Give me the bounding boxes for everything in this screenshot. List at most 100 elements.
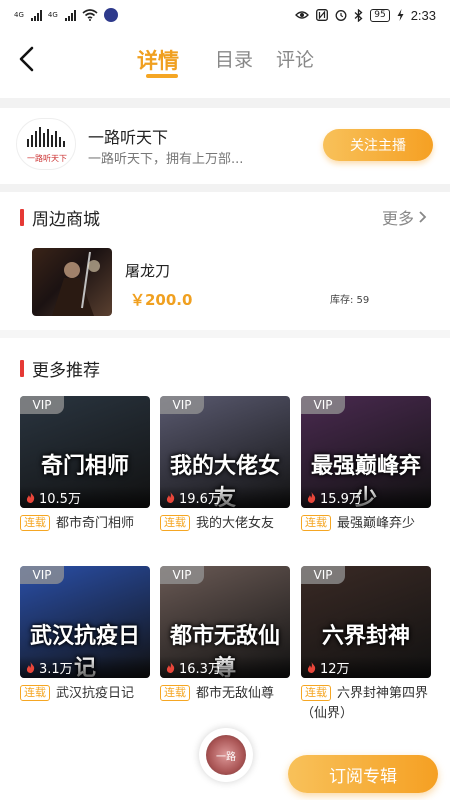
serial-tag: 连载: [160, 685, 190, 701]
battery-icon: 95: [370, 8, 390, 22]
book-info: 连载 六界封神第四界（仙界）: [301, 684, 431, 724]
product-image: [32, 248, 112, 316]
play-count: 12万: [301, 656, 431, 678]
book-cover: VIP 六界封神 12万: [301, 566, 431, 678]
flame-icon: [166, 661, 175, 673]
book-title: 都市奇门相师: [56, 516, 135, 531]
play-count-value: 10.5万: [39, 491, 81, 507]
book-title: 武汉抗疫日记: [56, 686, 135, 701]
anchor-description: 一路听天下，拥有上万部...: [88, 152, 244, 167]
flame-icon: [307, 491, 316, 503]
wifi-icon: [82, 9, 98, 21]
vip-badge: VIP: [20, 396, 64, 414]
flame-icon: [26, 491, 35, 503]
bluetooth-icon: [354, 8, 363, 22]
product-stock: 库存: 59: [330, 295, 370, 306]
serial-tag: 连载: [20, 515, 50, 531]
book-info: 连载 都市奇门相师: [20, 514, 150, 534]
section-marker: [20, 360, 24, 377]
shop-title-text: 周边商城: [32, 210, 100, 230]
player-cover: 一路: [206, 735, 246, 775]
subscribe-album-button[interactable]: 订阅专辑: [288, 755, 438, 793]
play-count-value: 12万: [320, 661, 350, 677]
play-count-value: 19.6万: [179, 491, 221, 507]
serial-tag: 连载: [20, 685, 50, 701]
top-nav: 详情 目录 评论: [0, 30, 450, 90]
player-cover-text: 一路: [216, 751, 236, 763]
signal-icon: [64, 9, 76, 21]
follow-anchor-button[interactable]: 关注主播: [323, 129, 433, 161]
shop-more-link[interactable]: 更多: [382, 205, 428, 229]
chevron-right-icon: [419, 211, 427, 223]
alarm-icon: [335, 10, 347, 21]
anchor-logo: 一路听天下: [16, 118, 76, 170]
play-count: 3.1万: [20, 656, 150, 678]
book-title: 都市无敌仙尊: [196, 686, 275, 701]
recommend-card[interactable]: VIP 六界封神 12万连载 六界封神第四界（仙界）: [301, 566, 431, 724]
vip-badge: VIP: [160, 396, 204, 414]
recommend-card[interactable]: VIP我的大佬女友19.6万连载我的大佬女友: [160, 396, 290, 534]
play-count: 16.3万: [160, 656, 290, 678]
vip-badge: VIP: [301, 566, 345, 584]
play-count: 15.9万: [301, 486, 431, 508]
flame-icon: [26, 661, 35, 673]
vip-badge: VIP: [20, 566, 64, 584]
product-name: 屠龙刀: [125, 262, 171, 280]
mini-player[interactable]: 一路: [199, 728, 253, 782]
anchor-logo-icon: 一路听天下: [27, 127, 67, 163]
recommend-section-title: 更多推荐: [20, 356, 100, 381]
book-cover: VIP都市无敌仙尊16.3万: [160, 566, 290, 678]
play-count-value: 16.3万: [179, 661, 221, 677]
flame-icon: [307, 661, 316, 673]
status-bar: 4G 4G 95 2:33: [0, 0, 450, 30]
book-info: 连载 最强巅峰弃少: [301, 514, 431, 534]
network-type-1: 4G: [14, 11, 24, 19]
active-tab-indicator: [146, 74, 178, 78]
book-info: 连载 武汉抗疫日记: [20, 684, 150, 704]
cover-title-text: 六界封神: [321, 623, 410, 649]
network-type-2: 4G: [47, 11, 58, 19]
book-title: 最强巅峰弃少: [337, 516, 416, 531]
cover-title-text: 奇门相师: [40, 453, 129, 479]
shop-section-title: 周边商城: [20, 205, 100, 230]
signal-icon: [30, 9, 42, 21]
book-title: 我的大佬女友: [196, 516, 275, 531]
divider: [0, 184, 450, 192]
eye-icon: [295, 11, 310, 19]
vip-badge: VIP: [301, 396, 345, 414]
anchor-logo-text: 一路听天下: [27, 153, 67, 163]
serial-tag: 连载: [301, 685, 331, 701]
tab-details[interactable]: 详情: [137, 45, 179, 75]
play-count-value: 15.9万: [320, 491, 362, 507]
flame-icon: [166, 491, 175, 503]
book-cover: VIP武汉抗疫日记3.1万: [20, 566, 150, 678]
tab-comments[interactable]: 评论: [276, 45, 314, 72]
play-count: 10.5万: [20, 486, 150, 508]
section-marker: [20, 209, 24, 226]
recommend-card[interactable]: VIP最强巅峰弃少15.9万连载最强巅峰弃少: [301, 396, 431, 534]
book-cover: VIP我的大佬女友19.6万: [160, 396, 290, 508]
clock: 2:33: [410, 7, 436, 23]
app-notification-icon: [103, 8, 118, 22]
book-info: 连载 都市无敌仙尊: [160, 684, 290, 704]
serial-tag: 连载: [160, 515, 190, 531]
more-label: 更多: [381, 209, 414, 228]
product-item[interactable]: 屠龙刀 ￥200.0 库存: 59: [32, 248, 432, 318]
back-arrow-icon[interactable]: [16, 44, 40, 74]
charging-icon: [397, 9, 404, 21]
book-info: 连载 我的大佬女友: [160, 514, 290, 534]
recommend-card[interactable]: VIP都市无敌仙尊16.3万连载都市无敌仙尊: [160, 566, 290, 704]
divider: [0, 98, 450, 108]
book-cover: VIP 奇门相师 10.5万: [20, 396, 150, 508]
vip-badge: VIP: [160, 566, 204, 584]
divider: [0, 330, 450, 338]
recommend-card[interactable]: VIP 奇门相师 10.5万连载 都市奇门相师: [20, 396, 150, 534]
play-count-value: 3.1万: [39, 661, 73, 677]
product-price: ￥200.0: [130, 291, 193, 309]
serial-tag: 连载: [301, 515, 331, 531]
tab-catalog[interactable]: 目录: [215, 45, 253, 72]
nfc-icon: [316, 9, 329, 21]
play-count: 19.6万: [160, 486, 290, 508]
book-cover: VIP最强巅峰弃少15.9万: [301, 396, 431, 508]
recommend-card[interactable]: VIP武汉抗疫日记3.1万连载武汉抗疫日记: [20, 566, 150, 704]
